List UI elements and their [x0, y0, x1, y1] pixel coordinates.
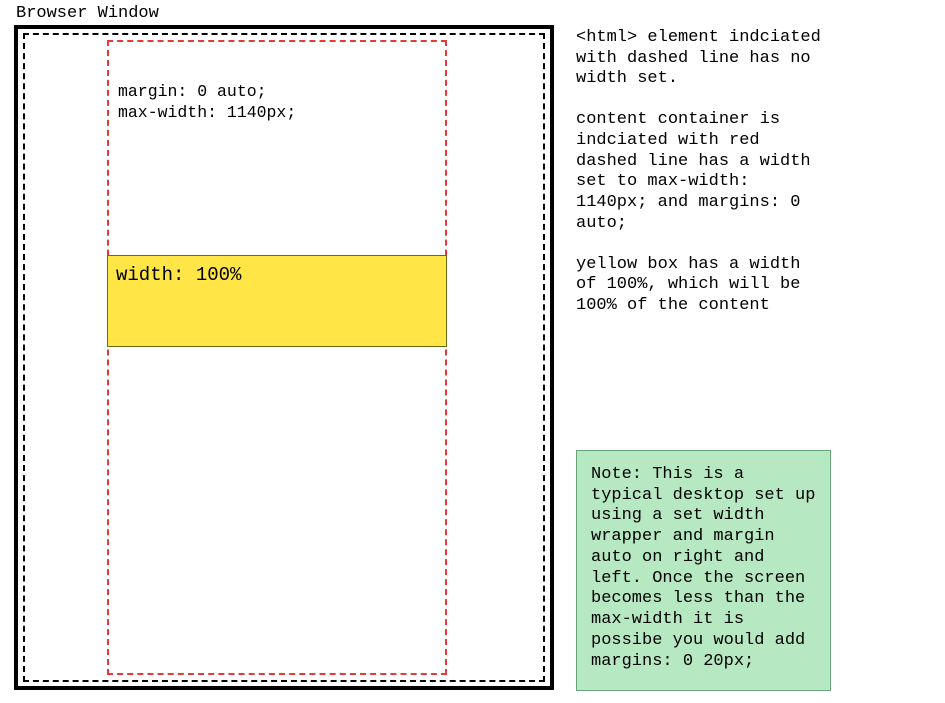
content-container-dashed: margin: 0 auto; max-width: 1140px; width…: [107, 40, 447, 675]
css-line-1: margin: 0 auto;: [118, 82, 267, 101]
yellow-box-label: width: 100%: [116, 264, 438, 286]
note-box: Note: This is a typical desktop set up u…: [576, 450, 831, 691]
note-text: Note: This is a typical desktop set up u…: [591, 465, 816, 672]
container-css-text: margin: 0 auto; max-width: 1140px;: [118, 82, 296, 123]
explanation-paragraph-1: <html> element indciated with dashed lin…: [576, 28, 831, 90]
browser-window: margin: 0 auto; max-width: 1140px; width…: [14, 25, 554, 690]
explanation-text: <html> element indciated with dashed lin…: [576, 28, 831, 337]
explanation-paragraph-3: yellow box has a width of 100%, which wi…: [576, 255, 831, 317]
browser-window-title: Browser Window: [16, 4, 554, 23]
diagram-area: Browser Window margin: 0 auto; max-width…: [14, 4, 554, 690]
explanation-paragraph-2: content container is indciated with red …: [576, 110, 831, 234]
css-line-2: max-width: 1140px;: [118, 103, 296, 122]
yellow-box: width: 100%: [107, 255, 447, 347]
